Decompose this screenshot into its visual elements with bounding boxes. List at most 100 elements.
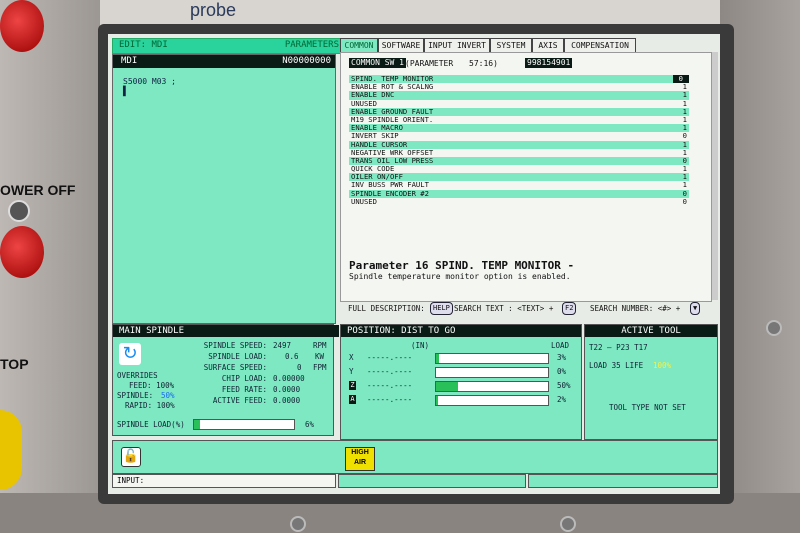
parameter-group: COMMON SW 1	[349, 58, 406, 68]
tab-software[interactable]: SOFTWARE	[378, 38, 424, 53]
power-off-button[interactable]	[0, 226, 44, 278]
tab-common[interactable]: COMMON	[340, 38, 378, 53]
axis-distance: -----.----	[367, 381, 413, 390]
status-box-right	[528, 474, 718, 488]
axis-load-percent: 2%	[557, 395, 567, 404]
active-tool-title: ACTIVE TOOL	[585, 325, 717, 337]
parameter-rows: SPIND. TEMP MONITOR 0 ENABLE ROT & SCALNG…	[349, 74, 689, 206]
tool-type: TOOL TYPE NOT SET	[609, 403, 686, 412]
axis-load-percent: 0%	[557, 367, 567, 376]
active-tool-panel: ACTIVE TOOL T22 — P23 T17 LOAD 35 LIFE 1…	[584, 324, 718, 440]
tool-life-percent: 100%	[653, 361, 672, 370]
tab-compensation[interactable]: COMPENSATION	[564, 38, 636, 53]
input-bar[interactable]: INPUT:	[112, 474, 336, 488]
axis-label: A	[349, 395, 356, 404]
main-spindle-title: MAIN SPINDLE	[113, 325, 339, 337]
position-title: POSITION: DIST TO GO	[341, 325, 581, 337]
full-description-label: FULL DESCRIPTION:	[348, 304, 425, 313]
power-off-knob[interactable]	[8, 200, 30, 222]
axis-load-bar	[435, 381, 549, 392]
mdi-title: MDI	[121, 56, 138, 66]
f2-key[interactable]: F2	[562, 302, 577, 315]
edit-mode-bar: EDIT: MDI PARAMETERS	[112, 38, 344, 54]
chip-load-value: 0.00000	[273, 374, 305, 383]
active-feed-label: ACTIVE FEED:	[212, 396, 267, 405]
load-header: LOAD	[551, 341, 570, 350]
feed-rate-value: 0.0000	[273, 385, 301, 394]
parameter-row[interactable]: TRANS OIL LOW PRESS 0	[349, 156, 689, 166]
mdi-header: MDI N00000000	[113, 55, 335, 68]
text-cursor: ▌	[123, 87, 129, 97]
parameter-scrollbar[interactable]	[712, 52, 718, 300]
spindle-load-percent-label: SPINDLE LOAD(%)	[117, 420, 185, 429]
parameter-row[interactable]: ENABLE DNC 1	[349, 91, 689, 100]
axis-distance: -----.----	[367, 367, 413, 376]
down-arrow-icon[interactable]: ▼	[690, 302, 701, 315]
axis-distance: -----.----	[367, 353, 413, 362]
feed-override: FEED: 100%	[129, 381, 175, 390]
tool-pocket-line: T22 — P23 T17	[589, 343, 648, 352]
parameter-description-title: Parameter 16 SPIND. TEMP MONITOR -	[349, 259, 575, 272]
spindle-load-label: SPINDLE LOAD:	[208, 352, 267, 361]
parameter-description-text: Spindle temperature monitor option is en…	[349, 272, 571, 281]
cnc-screen: EDIT: MDI PARAMETERS MDI N00000000 S5000…	[108, 34, 720, 494]
spindle-override-value: 50%	[161, 391, 175, 400]
cycle-button[interactable]	[0, 410, 22, 490]
refresh-icon[interactable]: ↻	[119, 343, 141, 365]
unlock-icon[interactable]: 🔓	[121, 447, 141, 467]
parameter-value[interactable]: 998154901	[525, 58, 573, 68]
axis-load-fill	[436, 396, 439, 405]
mdi-editor[interactable]: MDI N00000000 S5000 M03 ; ▌	[112, 54, 336, 324]
axis-label: Y	[349, 367, 354, 376]
position-panel: POSITION: DIST TO GO (IN) LOAD X -----.--…	[340, 324, 582, 440]
spindle-load-bar	[193, 419, 295, 430]
spindle-speed-value: 2497	[273, 341, 292, 350]
parameter-row[interactable]: UNUSED 0	[349, 197, 689, 206]
axis-load-fill	[436, 354, 440, 363]
parameter-row[interactable]: SPINDLE ENCODER #2 0	[349, 189, 689, 198]
parameter-label: (PARAMETER	[405, 59, 454, 68]
axis-load-percent: 50%	[557, 381, 571, 390]
handwritten-annotation: probe	[190, 0, 237, 20]
spindle-override-label: SPINDLE:	[117, 391, 154, 400]
tab-axis[interactable]: AXIS	[532, 38, 564, 53]
help-key[interactable]: HELP	[430, 302, 453, 315]
surface-speed-label: SURFACE SPEED:	[203, 363, 267, 372]
overrides-label: OVERRIDES	[117, 371, 158, 380]
help-bar: FULL DESCRIPTION: HELP SEARCH TEXT : <TE…	[340, 302, 720, 316]
parameter-number: 57:16)	[469, 59, 498, 68]
parameter-row[interactable]: ENABLE MACRO 1	[349, 123, 689, 133]
main-spindle-panel: MAIN SPINDLE ↻ OVERRIDES FEED: 100% SPIN…	[112, 324, 339, 436]
screw-icon	[766, 320, 782, 336]
parameter-row[interactable]: ENABLE ROT & SCALNG 1	[349, 82, 689, 91]
feed-rate-label: FEED RATE:	[221, 385, 267, 394]
program-line: S5000 M03 ;	[123, 77, 176, 86]
axis-load-percent: 3%	[557, 353, 567, 362]
chip-load-label: CHIP LOAD:	[221, 374, 267, 383]
position-units: (IN)	[411, 341, 430, 350]
screw-icon	[560, 516, 576, 532]
axis-label: X	[349, 353, 354, 362]
active-feed-value: 0.0000	[273, 396, 301, 405]
tab-input-invert[interactable]: INPUT INVERT	[424, 38, 490, 53]
spindle-load-fill	[194, 420, 200, 429]
parameters-label: PARAMETERS	[284, 40, 339, 50]
spindle-load-unit: KW	[315, 352, 325, 361]
axis-load-bar	[435, 367, 549, 378]
tool-load-life: LOAD 35 LIFE	[589, 361, 644, 370]
spindle-speed-label: SPINDLE SPEED:	[203, 341, 267, 350]
tab-system[interactable]: SYSTEM	[490, 38, 532, 53]
surface-speed-value: 0	[297, 363, 302, 372]
screw-icon	[290, 516, 306, 532]
axis-load-bar	[435, 353, 549, 364]
search-text-label: SEARCH TEXT : <TEXT> +	[454, 304, 554, 313]
input-label: INPUT:	[117, 476, 145, 485]
axis-load-fill	[436, 382, 459, 391]
edit-mode-label: EDIT: MDI	[119, 40, 168, 50]
axis-load-bar	[435, 395, 549, 406]
axis-label: Z	[349, 381, 356, 390]
spindle-speed-unit: RPM	[313, 341, 327, 350]
emergency-stop-button[interactable]	[0, 0, 44, 52]
axis-distance: -----.----	[367, 395, 413, 404]
parameter-tabs: COMMON SOFTWARE INPUT INVERT SYSTEM AXIS…	[340, 38, 720, 53]
